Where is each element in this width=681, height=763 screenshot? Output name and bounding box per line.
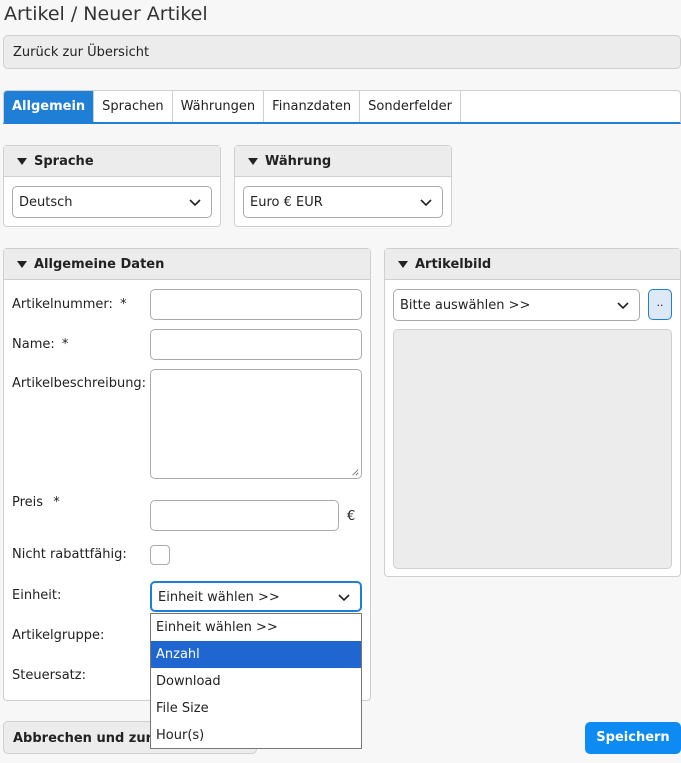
article-number-label: Artikelnummer: * [12,297,127,312]
unit-option-hours[interactable]: Hour(s) [151,722,361,749]
article-image-panel-title: Artikelbild [415,257,492,272]
chevron-down-icon [617,302,629,310]
currency-select[interactable]: Euro € EUR [243,186,443,218]
browse-image-button[interactable]: .. [648,289,672,320]
unit-select[interactable]: Einheit wählen >> [150,581,362,612]
currency-panel: Währung Euro € EUR [234,145,452,227]
currency-select-value: Euro € EUR [250,195,323,210]
name-input[interactable] [150,329,362,360]
article-image-select[interactable]: Bitte auswählen >> [393,289,640,321]
tab-waehrungen[interactable]: Währungen [173,91,265,122]
caret-down-icon [17,261,27,268]
currency-panel-header[interactable]: Währung [235,146,451,177]
article-image-select-value: Bitte auswählen >> [400,298,531,313]
required-mark: * [53,495,60,510]
caret-down-icon [248,158,258,165]
language-panel-header[interactable]: Sprache [4,146,220,177]
caret-down-icon [17,158,27,165]
tab-allgemein[interactable]: Allgemein [4,91,95,122]
back-to-overview-link[interactable]: Zurück zur Übersicht [3,35,681,69]
price-input[interactable] [150,500,339,531]
unit-option-download[interactable]: Download [151,668,361,695]
article-number-label-text: Artikelnummer: [12,297,113,312]
page-title: Artikel / Neuer Artikel [4,3,208,25]
article-group-label: Artikelgruppe: [12,628,105,643]
chevron-down-icon [338,594,350,602]
required-mark: * [120,297,127,312]
chevron-down-icon [420,199,432,207]
article-number-input[interactable] [150,289,362,320]
unit-option-file-size[interactable]: File Size [151,695,361,722]
tab-finanzdaten[interactable]: Finanzdaten [264,91,361,122]
unit-label: Einheit: [12,588,62,603]
not-discountable-checkbox[interactable] [150,545,170,565]
price-label: Preis * [12,495,60,510]
save-button[interactable]: Speichern [585,722,681,754]
caret-down-icon [398,261,408,268]
chevron-down-icon [189,199,201,207]
unit-option-anzahl[interactable]: Anzahl [151,641,361,668]
description-label: Artikelbeschreibung: [12,376,147,391]
unit-option-placeholder[interactable]: Einheit wählen >> [151,614,361,641]
article-image-preview [393,329,672,569]
language-panel: Sprache Deutsch [3,145,221,227]
currency-panel-title: Währung [265,154,332,169]
name-label-text: Name: [12,337,55,352]
currency-symbol: € [347,509,356,524]
description-textarea[interactable] [150,369,362,479]
article-image-panel-header[interactable]: Artikelbild [385,249,680,280]
tab-bar: Allgemein Sprachen Währungen Finanzdaten… [3,90,681,124]
language-select[interactable]: Deutsch [12,186,212,218]
unit-dropdown-list: Einheit wählen >> Anzahl Download File S… [150,613,362,749]
general-data-panel-header[interactable]: Allgemeine Daten [4,249,370,280]
tab-sprachen[interactable]: Sprachen [94,91,173,122]
unit-select-value: Einheit wählen >> [158,590,280,605]
not-discountable-label: Nicht rabattfähig: [12,547,127,562]
price-label-text: Preis [12,495,44,510]
resize-handle-icon[interactable] [351,468,359,476]
general-data-panel-title: Allgemeine Daten [34,257,165,272]
language-select-value: Deutsch [19,195,73,210]
tab-sonderfelder[interactable]: Sonderfelder [360,91,461,122]
name-label: Name: * [12,337,68,352]
required-mark: * [61,337,69,352]
tax-rate-label: Steuersatz: [12,668,86,683]
language-panel-title: Sprache [34,154,94,169]
